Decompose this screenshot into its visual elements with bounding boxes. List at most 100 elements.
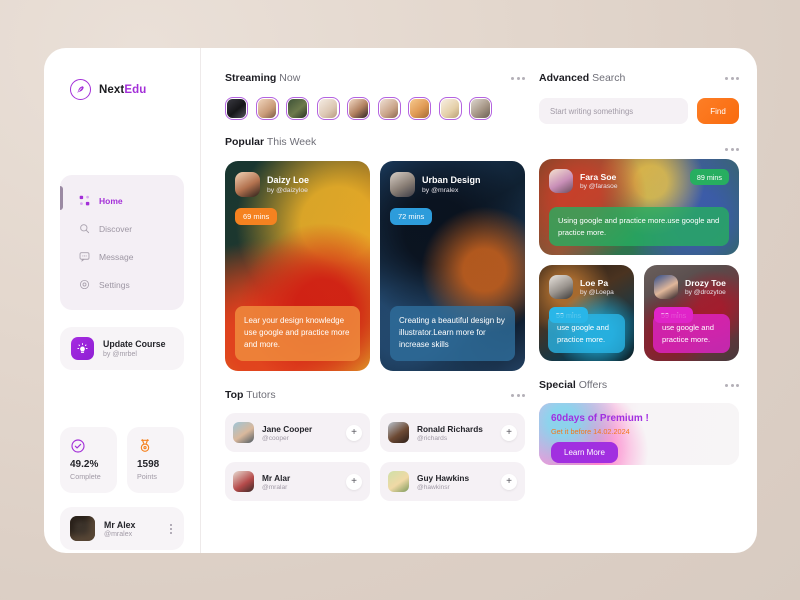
update-course-title: Update Course bbox=[103, 339, 166, 349]
tutors-title-bold: Top bbox=[225, 389, 244, 401]
sidebar-item-label: Message bbox=[99, 251, 134, 262]
popular-card[interactable]: Daizy Loe by @daizyloe 69 mins Lear your… bbox=[225, 161, 370, 371]
search-icon bbox=[78, 223, 90, 235]
tutor-handle: @mralar bbox=[262, 483, 288, 491]
medal-icon bbox=[137, 439, 153, 458]
featured-card-author: Drozy Toe by @drozytoe bbox=[654, 275, 729, 299]
add-tutor-button[interactable]: + bbox=[501, 424, 517, 441]
popular-title-rest: This Week bbox=[266, 136, 317, 148]
streaming-more-icon[interactable] bbox=[511, 73, 525, 84]
add-tutor-button[interactable]: + bbox=[346, 424, 362, 441]
featured-card-small[interactable]: Loe Pa by @Loepa 59 mins use google and … bbox=[539, 265, 634, 361]
streaming-avatar[interactable] bbox=[225, 97, 248, 120]
offer-headline: 60days of Premium ! bbox=[551, 413, 649, 424]
brand-name-first: Next bbox=[99, 83, 125, 96]
search-bar: Find bbox=[539, 98, 739, 124]
popular-card-caption: Lear your design knowledge use google an… bbox=[235, 306, 360, 361]
tutor-handle: @hawkinsr bbox=[417, 483, 450, 491]
list-item[interactable]: Ronald Richards @richards + bbox=[380, 413, 525, 452]
app-window: NextEdu Home Discover Message Settings U… bbox=[44, 48, 757, 553]
user-handle: @mralex bbox=[104, 530, 133, 538]
offers-more-icon[interactable] bbox=[725, 380, 739, 391]
featured-title bbox=[539, 143, 542, 155]
streaming-avatar[interactable] bbox=[469, 97, 492, 120]
active-nav-indicator bbox=[60, 186, 63, 210]
special-offer-card[interactable]: 60days of Premium ! Get it before 14.02.… bbox=[539, 403, 739, 465]
popular-card-by: by @mralex bbox=[422, 187, 459, 195]
popular-card-author: Daizy Loe by @daizyloe bbox=[235, 172, 360, 197]
main-content: Streaming Now Popular This Week Daizy Lo… bbox=[201, 48, 757, 553]
sidebar-nav: Home Discover Message Settings bbox=[60, 175, 184, 310]
streaming-avatar[interactable] bbox=[438, 97, 462, 120]
offer-subline: Get it before 14.02.2024 bbox=[551, 427, 630, 436]
update-course-card[interactable]: Update Course by @mrbel bbox=[60, 327, 184, 370]
search-input[interactable] bbox=[539, 98, 688, 124]
popular-header: Popular This Week bbox=[225, 136, 525, 148]
popular-card-name: Daizy Loe bbox=[267, 174, 310, 185]
list-item[interactable]: Guy Hawkins @hawkinsr + bbox=[380, 462, 525, 501]
avatar bbox=[70, 516, 95, 541]
offers-header: Special Offers bbox=[539, 379, 739, 391]
featured-card-name: Fara Soe bbox=[580, 172, 617, 182]
avatar bbox=[390, 172, 415, 197]
add-tutor-button[interactable]: + bbox=[346, 473, 362, 490]
tutors-title-rest: Tutors bbox=[246, 389, 276, 401]
featured-card-caption: Using google and practice more.use googl… bbox=[549, 207, 729, 246]
sidebar-item-discover[interactable]: Discover bbox=[60, 216, 184, 241]
tutors-list: Jane Cooper @cooper + Ronald Richards @r… bbox=[225, 413, 525, 501]
tutor-name: Jane Cooper bbox=[262, 423, 313, 434]
list-item[interactable]: Jane Cooper @cooper + bbox=[225, 413, 370, 452]
offers-title-bold: Special bbox=[539, 379, 576, 391]
grid-icon bbox=[78, 195, 90, 207]
add-tutor-button[interactable]: + bbox=[501, 473, 517, 490]
streaming-avatar[interactable] bbox=[286, 97, 309, 120]
current-user-card[interactable]: Mr Alex @mralex bbox=[60, 507, 184, 550]
streaming-title: Streaming Now bbox=[225, 72, 300, 84]
sidebar-item-home[interactable]: Home bbox=[60, 188, 184, 213]
featured-card-wide[interactable]: Fara Soe by @farasoe 89 mins Using googl… bbox=[539, 159, 739, 255]
featured-more-icon[interactable] bbox=[725, 144, 739, 155]
featured-cards-small: Loe Pa by @Loepa 59 mins use google and … bbox=[539, 265, 739, 361]
search-title-bold: Advanced bbox=[539, 72, 590, 84]
featured-header bbox=[539, 143, 739, 155]
search-title-rest: Search bbox=[592, 72, 626, 84]
avatar bbox=[233, 471, 254, 492]
main-left-column: Streaming Now Popular This Week Daizy Lo… bbox=[225, 72, 525, 553]
avatar bbox=[388, 422, 409, 443]
avatar bbox=[233, 422, 254, 443]
streaming-avatar[interactable] bbox=[316, 97, 340, 120]
sidebar-item-message[interactable]: Message bbox=[60, 244, 184, 269]
streaming-title-rest: Now bbox=[279, 72, 301, 84]
streaming-avatar[interactable] bbox=[347, 97, 370, 120]
tutor-name: Mr Alar bbox=[262, 472, 291, 483]
tutor-name: Ronald Richards bbox=[417, 423, 483, 434]
streaming-avatar[interactable] bbox=[377, 97, 401, 120]
avatar bbox=[654, 275, 678, 299]
tutor-handle: @richards bbox=[417, 434, 448, 442]
search-more-icon[interactable] bbox=[725, 73, 739, 84]
find-button[interactable]: Find bbox=[697, 98, 739, 124]
popular-card-by: by @daizyloe bbox=[267, 187, 308, 195]
user-menu-icon[interactable] bbox=[170, 523, 174, 534]
streaming-avatar[interactable] bbox=[408, 97, 431, 120]
featured-card-small[interactable]: Drozy Toe by @drozytoe 59 mins use googl… bbox=[644, 265, 739, 361]
stat-label: Complete bbox=[70, 472, 101, 481]
brand-logo[interactable]: NextEdu bbox=[70, 79, 184, 100]
popular-card[interactable]: Urban Design by @mralex 72 mins Creating… bbox=[380, 161, 525, 371]
search-header: Advanced Search bbox=[539, 72, 739, 84]
popular-card-author: Urban Design by @mralex bbox=[390, 172, 515, 197]
user-name: Mr Alex bbox=[104, 519, 136, 530]
tutors-more-icon[interactable] bbox=[511, 390, 525, 401]
main-right-column: Advanced Search Find Fara Soe by @faraso… bbox=[539, 72, 739, 553]
offers-title: Special Offers bbox=[539, 379, 607, 391]
learn-more-button[interactable]: Learn More bbox=[551, 442, 618, 463]
sidebar-item-label: Discover bbox=[99, 223, 133, 234]
popular-title-bold: Popular bbox=[225, 136, 265, 148]
stats-group: 49.2% Complete 1598 Points bbox=[60, 427, 184, 493]
avatar bbox=[549, 169, 573, 193]
stat-complete: 49.2% Complete bbox=[60, 427, 117, 493]
list-item[interactable]: Mr Alar @mralar + bbox=[225, 462, 370, 501]
sidebar-item-settings[interactable]: Settings bbox=[60, 272, 184, 297]
streaming-avatar[interactable] bbox=[255, 97, 279, 120]
sidebar-item-label: Settings bbox=[99, 279, 130, 290]
